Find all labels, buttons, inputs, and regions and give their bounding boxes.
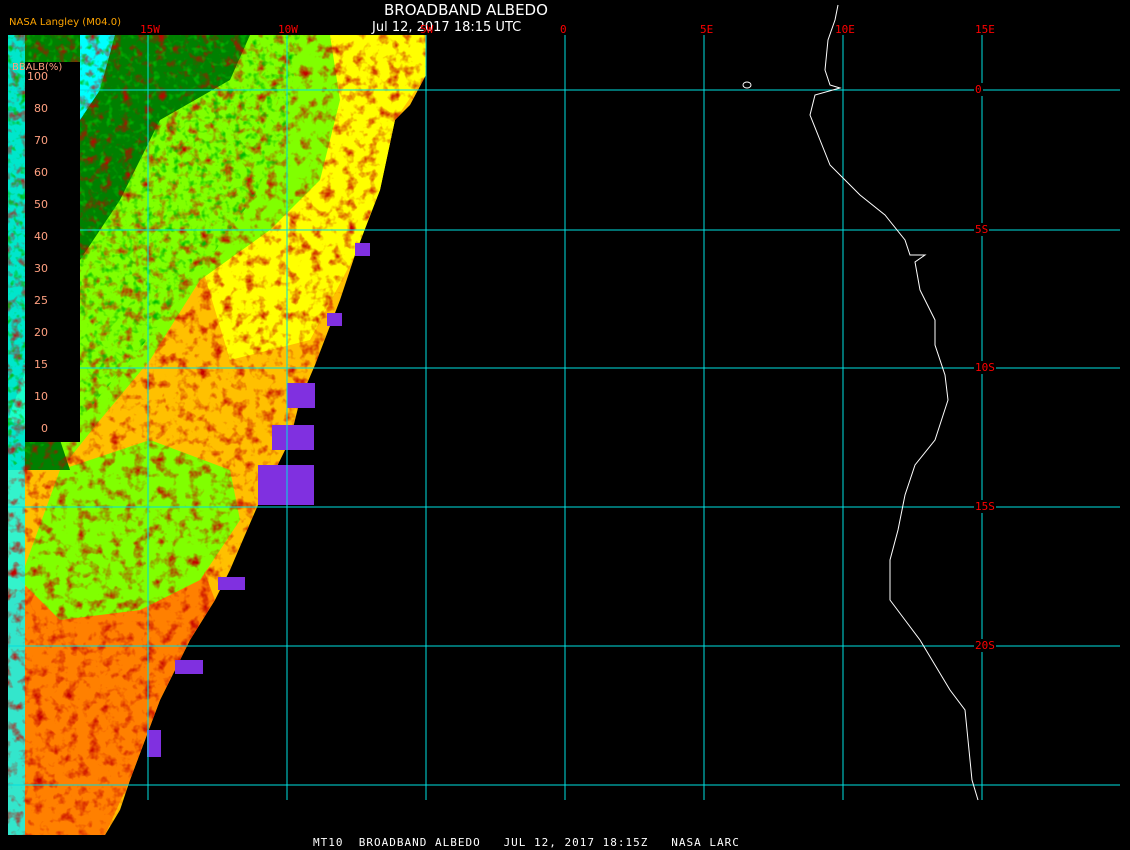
legend-tick-label: 50: [34, 198, 48, 211]
legend-tick-label: 80: [34, 102, 48, 115]
map-datetime: Jul 12, 2017 18:15 UTC: [372, 20, 522, 35]
lat-label: 15S: [974, 500, 996, 513]
legend-tick-label: 40: [34, 230, 48, 243]
map-canvas: [8, 4, 1120, 835]
legend-tick-label: 0: [41, 422, 48, 435]
lat-label: 5S: [974, 223, 990, 236]
legend-tick-label: 60: [34, 166, 48, 179]
lon-label: 10E: [835, 23, 855, 36]
legend-tick-label: 30: [34, 262, 48, 275]
legend-tick-label: 70: [34, 134, 48, 147]
legend-tick-label: 10: [34, 390, 48, 403]
lon-label: 0: [560, 23, 567, 36]
lon-label: 10W: [278, 23, 298, 36]
legend-tick-label: 25: [34, 294, 48, 307]
legend-panel: [25, 62, 80, 442]
source-label: NASA Langley (M04.0): [9, 17, 121, 28]
legend-tick-label: 20: [34, 326, 48, 339]
satellite-map: BROADBAND ALBEDO Jul 12, 2017 18:15 UTC …: [0, 0, 1130, 850]
legend-tick-label: 15: [34, 358, 48, 371]
legend-tick-label: 100: [27, 70, 48, 83]
map-title: BROADBAND ALBEDO: [384, 1, 548, 19]
lon-label: 15E: [975, 23, 995, 36]
lon-label: 15W: [140, 23, 160, 36]
coastline: [742, 4, 979, 801]
lat-label: 20S: [974, 639, 996, 652]
lat-label: 10S: [974, 361, 996, 374]
footer-caption: MT10 BROADBAND ALBEDO JUL 12, 2017 18:15…: [313, 836, 740, 849]
lat-label: 0: [974, 83, 983, 96]
lon-label: 5W: [420, 23, 434, 36]
lon-label: 5E: [700, 23, 714, 36]
